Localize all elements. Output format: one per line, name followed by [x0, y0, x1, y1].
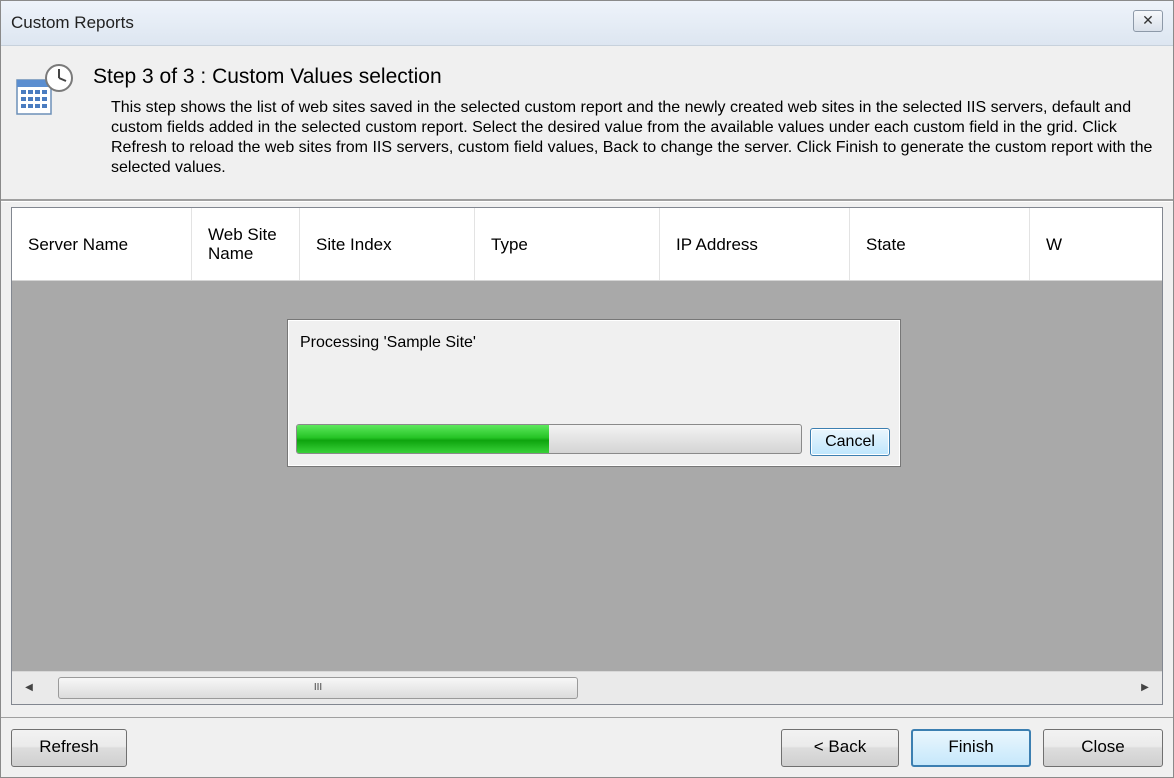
progress-fill — [297, 425, 549, 453]
scroll-grip-icon: III — [313, 682, 323, 693]
cancel-button[interactable]: Cancel — [810, 428, 890, 456]
column-header-web-site-name[interactable]: Web Site Name — [192, 208, 300, 280]
close-button[interactable]: Close — [1043, 729, 1163, 767]
finish-button[interactable]: Finish — [911, 729, 1031, 767]
scroll-thumb[interactable]: III — [58, 677, 578, 699]
close-button-label: Close — [1081, 737, 1125, 756]
header-divider — [1, 199, 1173, 202]
close-window-button[interactable]: ✕ — [1133, 10, 1163, 32]
scroll-right-icon[interactable]: ▶ — [1134, 678, 1156, 698]
column-header-w[interactable]: W — [1030, 208, 1090, 280]
column-header-site-index[interactable]: Site Index — [300, 208, 475, 280]
footer-divider — [1, 717, 1173, 718]
window-title: Custom Reports — [11, 13, 134, 32]
title-bar: Custom Reports ✕ — [1, 1, 1173, 46]
back-button-label: < Back — [813, 737, 867, 756]
grid-header: Server Name Web Site Name Site Index Typ… — [12, 208, 1162, 281]
back-button[interactable]: < Back — [781, 729, 899, 767]
calendar-clock-icon — [16, 64, 73, 115]
progress-message: Processing 'Sample Site' — [300, 334, 476, 351]
finish-button-label: Finish — [948, 737, 994, 756]
column-header-server-name[interactable]: Server Name — [12, 208, 192, 280]
step-header: Step 3 of 3 : Custom Values selection Th… — [1, 46, 1173, 198]
refresh-button-label: Refresh — [39, 737, 99, 756]
progress-bar — [296, 424, 802, 454]
refresh-button[interactable]: Refresh — [11, 729, 127, 767]
scroll-left-icon[interactable]: ◀ — [18, 678, 40, 698]
custom-reports-window: Custom Reports ✕ Step 3 of 3 : Custom Va… — [0, 0, 1174, 778]
column-header-state[interactable]: State — [850, 208, 1030, 280]
horizontal-scrollbar[interactable]: ◀ III ▶ — [12, 671, 1162, 704]
column-header-ip-address[interactable]: IP Address — [660, 208, 850, 280]
step-title: Step 3 of 3 : Custom Values selection — [93, 65, 442, 88]
close-icon: ✕ — [1142, 12, 1154, 28]
progress-dialog: Processing 'Sample Site' Cancel — [287, 319, 901, 467]
step-description: This step shows the list of web sites sa… — [111, 99, 1153, 176]
column-header-type[interactable]: Type — [475, 208, 660, 280]
